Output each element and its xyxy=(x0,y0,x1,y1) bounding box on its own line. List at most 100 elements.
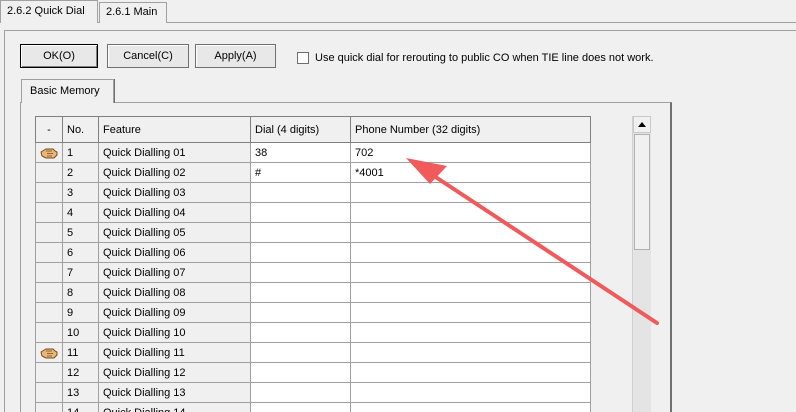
row-number: 11 xyxy=(62,342,99,363)
dial-cell[interactable] xyxy=(250,282,351,303)
row-feature: Quick Dialling 13 xyxy=(98,382,251,403)
table-row[interactable]: 14Quick Dialling 14 xyxy=(35,402,591,412)
dial-cell[interactable] xyxy=(250,362,351,383)
row-number: 6 xyxy=(62,242,99,263)
row-feature: Quick Dialling 05 xyxy=(98,222,251,243)
row-selector[interactable] xyxy=(35,342,63,363)
phone-number-cell[interactable] xyxy=(350,302,591,323)
dial-cell[interactable] xyxy=(250,182,351,203)
table-row[interactable]: 10 Quick Dialling 10 xyxy=(35,322,591,343)
table-row[interactable]: 5 Quick Dialling 05 xyxy=(35,222,591,243)
dial-cell[interactable]: 38 xyxy=(250,142,351,163)
phone-number-cell[interactable] xyxy=(350,182,591,203)
scroll-up-button[interactable] xyxy=(633,116,651,133)
scrollbar-thumb[interactable] xyxy=(634,134,650,250)
row-number: 7 xyxy=(62,262,99,283)
dial-cell[interactable] xyxy=(250,402,351,412)
row-number: 2 xyxy=(62,162,99,183)
row-feature: Quick Dialling 11 xyxy=(98,342,251,363)
row-feature: Quick Dialling 04 xyxy=(98,202,251,223)
phone-number-cell[interactable] xyxy=(350,322,591,343)
dial-cell[interactable] xyxy=(250,262,351,283)
dial-cell[interactable] xyxy=(250,202,351,223)
phone-number-cell[interactable] xyxy=(350,382,591,403)
dial-cell[interactable] xyxy=(250,382,351,403)
dial-cell[interactable] xyxy=(250,242,351,263)
row-feature: Quick Dialling 10 xyxy=(98,322,251,343)
row-selector[interactable] xyxy=(35,222,63,243)
phone-number-cell[interactable]: *4001 xyxy=(350,162,591,183)
table-row[interactable]: 6 Quick Dialling 06 xyxy=(35,242,591,263)
phone-number-cell[interactable] xyxy=(350,342,591,363)
phone-number-cell[interactable] xyxy=(350,222,591,243)
row-number: 9 xyxy=(62,302,99,323)
phone-number-cell[interactable]: 702 xyxy=(350,142,591,163)
column-header-select[interactable]: - xyxy=(35,116,63,143)
triangle-up-icon xyxy=(638,122,646,127)
table-row[interactable]: 12 Quick Dialling 12 xyxy=(35,362,591,383)
row-feature: Quick Dialling 08 xyxy=(98,282,251,303)
phone-number-cell[interactable] xyxy=(350,242,591,263)
row-feature: Quick Dialling 14 xyxy=(98,402,251,412)
top-tab-strip: 2.6.2 Quick Dial 2.6.1 Main xyxy=(0,0,796,24)
dial-cell[interactable] xyxy=(250,222,351,243)
row-number: 3 xyxy=(62,182,99,203)
row-feature: Quick Dialling 02 xyxy=(98,162,251,183)
tab-basic-memory[interactable]: Basic Memory xyxy=(21,79,114,103)
phone-number-cell[interactable] xyxy=(350,282,591,303)
row-feature: Quick Dialling 07 xyxy=(98,262,251,283)
row-selector[interactable] xyxy=(35,382,63,403)
apply-button[interactable]: Apply(A) xyxy=(195,44,276,68)
table-row[interactable]: 8 Quick Dialling 08 xyxy=(35,282,591,303)
column-header-feature[interactable]: Feature xyxy=(98,116,251,143)
ok-button[interactable]: OK(O) xyxy=(20,44,98,68)
row-selector[interactable] xyxy=(35,402,63,412)
row-number: 5 xyxy=(62,222,99,243)
reroute-label: Use quick dial for rerouting to public C… xyxy=(315,52,654,64)
row-feature: Quick Dialling 09 xyxy=(98,302,251,323)
table-row[interactable]: 3 Quick Dialling 03 xyxy=(35,182,591,203)
dial-cell[interactable] xyxy=(250,342,351,363)
row-feature: Quick Dialling 12 xyxy=(98,362,251,383)
vertical-scrollbar[interactable] xyxy=(632,116,651,412)
row-number: 10 xyxy=(62,322,99,343)
quick-dial-table: - No. Feature Dial (4 digits) Phone Numb… xyxy=(35,116,591,412)
row-selector[interactable] xyxy=(35,362,63,383)
dial-cell[interactable]: # xyxy=(250,162,351,183)
table-row[interactable]: 7 Quick Dialling 07 xyxy=(35,262,591,283)
row-selector[interactable] xyxy=(35,282,63,303)
cancel-button[interactable]: Cancel(C) xyxy=(107,44,189,68)
tab-main[interactable]: 2.6.1 Main xyxy=(99,2,167,23)
dial-cell[interactable] xyxy=(250,322,351,343)
row-selector[interactable] xyxy=(35,202,63,223)
table-row[interactable]: 2 Quick Dialling 02 # *4001 xyxy=(35,162,591,183)
column-header-no[interactable]: No. xyxy=(62,116,99,143)
phone-number-cell[interactable] xyxy=(350,262,591,283)
hand-pointer-icon xyxy=(40,148,58,158)
column-header-dial[interactable]: Dial (4 digits) xyxy=(250,116,351,143)
table-row[interactable]: 9 Quick Dialling 09 xyxy=(35,302,591,323)
row-selector[interactable] xyxy=(35,322,63,343)
phone-number-cell[interactable] xyxy=(350,402,591,412)
table-row[interactable]: 11 Quick Dialling 11 xyxy=(35,342,591,363)
row-selector[interactable] xyxy=(35,182,63,203)
row-number: 13 xyxy=(62,382,99,403)
row-selector[interactable] xyxy=(35,242,63,263)
row-feature: Quick Dialling 06 xyxy=(98,242,251,263)
reroute-option[interactable]: Use quick dial for rerouting to public C… xyxy=(297,51,654,65)
reroute-checkbox[interactable] xyxy=(297,52,309,64)
dial-cell[interactable] xyxy=(250,302,351,323)
table-row[interactable]: 4 Quick Dialling 04 xyxy=(35,202,591,223)
row-feature: Quick Dialling 01 xyxy=(98,142,251,163)
row-selector[interactable] xyxy=(35,302,63,323)
row-selector[interactable] xyxy=(35,142,63,163)
column-header-phone[interactable]: Phone Number (32 digits) xyxy=(350,116,591,143)
phone-number-cell[interactable] xyxy=(350,362,591,383)
row-selector[interactable] xyxy=(35,162,63,183)
table-row[interactable]: 1 Quick Dialling 01 38 702 xyxy=(35,142,591,163)
table-row[interactable]: 13 Quick Dialling 13 xyxy=(35,382,591,403)
tab-quick-dial[interactable]: 2.6.2 Quick Dial xyxy=(0,0,98,23)
row-selector[interactable] xyxy=(35,262,63,283)
phone-number-cell[interactable] xyxy=(350,202,591,223)
hand-pointer-icon xyxy=(40,348,58,358)
